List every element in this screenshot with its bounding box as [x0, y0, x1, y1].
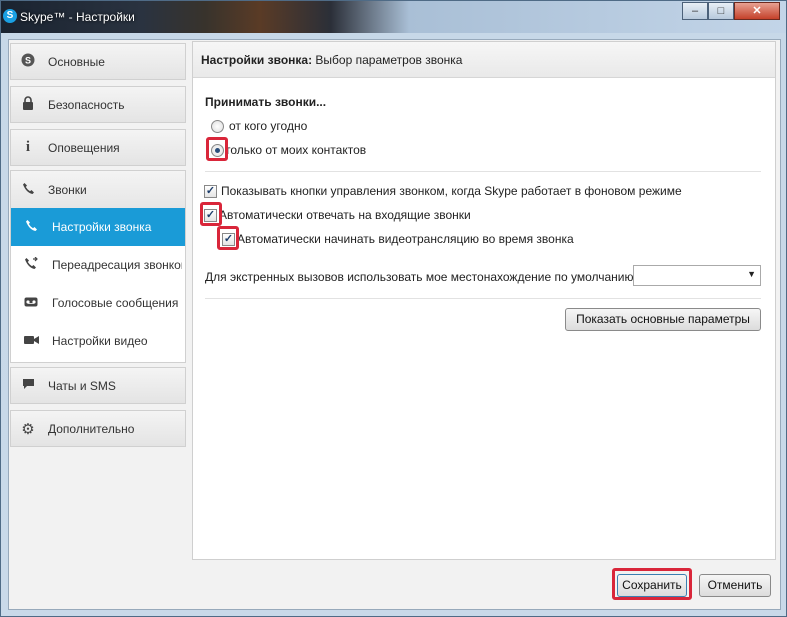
save-button[interactable]: Сохранить: [617, 574, 687, 597]
minimize-button[interactable]: –: [682, 2, 708, 20]
settings-panel: Настройки звонка: Выбор параметров звонк…: [192, 41, 776, 560]
divider: [205, 171, 761, 172]
sidebar-item-label: Чаты и SMS: [48, 378, 116, 393]
sidebar-item-notifications[interactable]: i Оповещения: [10, 129, 186, 166]
phone-forward-icon: [22, 256, 40, 273]
settings-window: S Skype™ - Настройки – □ ✕ S Основные Бе…: [0, 0, 787, 617]
title-bar[interactable]: S Skype™ - Настройки – □ ✕: [1, 1, 786, 33]
auto-video-row[interactable]: ✓ Автоматически начинать видеотрансляцию…: [222, 232, 574, 246]
close-button[interactable]: ✕: [734, 2, 780, 20]
gear-icon: ⚙: [21, 420, 35, 438]
window-controls: – □ ✕: [682, 2, 780, 20]
video-camera-icon: [22, 334, 40, 348]
emergency-location-select[interactable]: ▼: [633, 265, 761, 286]
auto-answer-label: Автоматически отвечать на входящие звонк…: [219, 208, 471, 222]
divider: [205, 298, 761, 299]
sidebar-item-label: Дополнительно: [48, 421, 135, 436]
sidebar-item-label: Переадресация звонков: [52, 258, 182, 272]
highlight-auto-answer: [200, 202, 222, 226]
svg-text:S: S: [25, 56, 31, 66]
sidebar-item-label: Звонки: [48, 182, 87, 197]
emergency-label: Для экстренных вызовов использовать мое …: [205, 270, 637, 284]
panel-header: Настройки звонка: Выбор параметров звонк…: [193, 42, 775, 78]
sidebar-item-label: Основные: [48, 54, 105, 69]
panel-header-subtitle: Выбор параметров звонка: [312, 53, 463, 67]
radio-anyone-label: от кого угодно: [229, 119, 308, 133]
sidebar-item-call-settings[interactable]: Настройки звонка: [11, 208, 185, 246]
window-title: Skype™ - Настройки: [20, 10, 135, 24]
chevron-down-icon: ▼: [747, 269, 756, 279]
show-basic-settings-button[interactable]: Показать основные параметры: [565, 308, 761, 331]
skype-logo-icon: S: [3, 9, 17, 23]
sidebar-item-call-forwarding[interactable]: Переадресация звонков: [11, 246, 185, 284]
sidebar-item-general[interactable]: S Основные: [10, 43, 186, 80]
skype-icon: S: [20, 53, 36, 70]
radio-contacts-row[interactable]: только от моих контактов: [211, 143, 366, 157]
sidebar-item-chats-sms[interactable]: Чаты и SMS: [10, 367, 186, 404]
sidebar-item-label: Настройки звонка: [52, 220, 152, 234]
phone-icon: [22, 219, 40, 235]
show-controls-row[interactable]: ✓ Показывать кнопки управления звонком, …: [204, 184, 682, 198]
lock-icon: [20, 96, 36, 113]
checkbox-show-controls[interactable]: ✓: [204, 184, 217, 198]
sidebar-item-video-settings[interactable]: Настройки видео: [11, 322, 185, 360]
sidebar-item-calls[interactable]: Звонки: [11, 171, 185, 208]
sidebar-item-advanced[interactable]: ⚙ Дополнительно: [10, 410, 186, 447]
show-controls-label: Показывать кнопки управления звонком, ко…: [221, 184, 682, 198]
auto-answer-row[interactable]: ✓ Автоматически отвечать на входящие зво…: [204, 208, 471, 222]
sidebar-group-calls: Звонки Настройки звонка Переадресация зв…: [10, 170, 186, 363]
sidebar-item-label: Оповещения: [48, 140, 120, 155]
radio-anyone[interactable]: [211, 119, 224, 133]
phone-icon: [20, 182, 36, 198]
sidebar-item-label: Безопасность: [48, 97, 125, 112]
sidebar-item-voicemail[interactable]: Голосовые сообщения: [11, 284, 185, 322]
sidebar: S Основные Безопасность i Оповещения Зво…: [9, 40, 189, 609]
accept-calls-title: Принимать звонки...: [205, 95, 327, 109]
maximize-button[interactable]: □: [708, 2, 734, 20]
radio-contacts-label: только от моих контактов: [225, 143, 367, 157]
radio-anyone-row[interactable]: от кого угодно: [211, 119, 307, 133]
sidebar-item-security[interactable]: Безопасность: [10, 86, 186, 123]
highlight-auto-video: [217, 226, 239, 250]
sidebar-item-label: Голосовые сообщения: [52, 296, 179, 310]
info-icon: i: [25, 139, 31, 155]
sidebar-item-label: Настройки видео: [52, 334, 148, 348]
client-area: S Основные Безопасность i Оповещения Зво…: [8, 39, 781, 610]
highlight-radio-contacts: [206, 137, 228, 161]
panel-header-section: Настройки звонка:: [201, 53, 313, 67]
chat-bubble-icon: [20, 378, 36, 393]
cancel-button[interactable]: Отменить: [699, 574, 771, 597]
voicemail-icon: [22, 296, 40, 310]
auto-video-label: Автоматически начинать видеотрансляцию в…: [237, 232, 574, 246]
